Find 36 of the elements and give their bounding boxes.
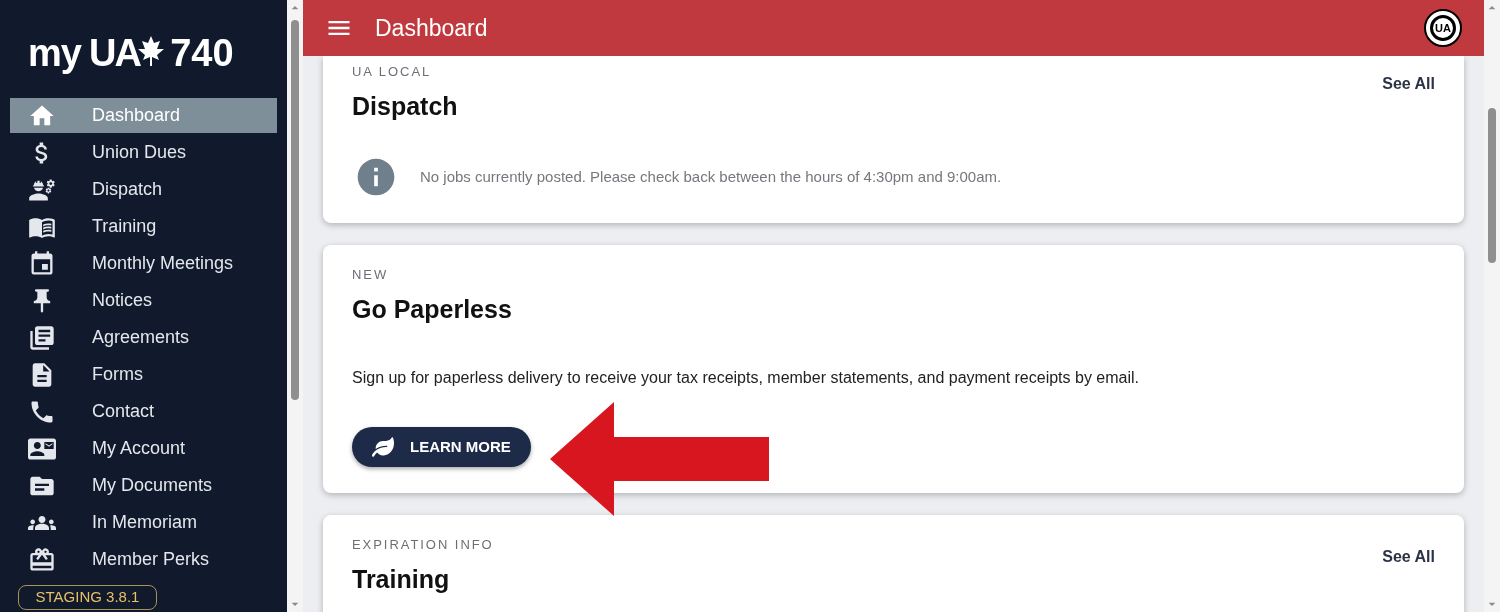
leaf-icon bbox=[372, 436, 394, 458]
learn-more-button[interactable]: LEARN MORE bbox=[352, 427, 531, 467]
card-overline: UA LOCAL bbox=[352, 63, 433, 81]
card-title: Dispatch bbox=[352, 90, 458, 122]
nav-item[interactable]: My Documents bbox=[10, 468, 277, 503]
scrollbar[interactable] bbox=[1484, 0, 1500, 612]
card-title: Training bbox=[352, 563, 451, 595]
nav-item[interactable]: Monthly Meetings bbox=[10, 246, 277, 281]
logo-text: my bbox=[28, 34, 82, 72]
scroll-thumb[interactable] bbox=[291, 20, 299, 400]
page-title: Dashboard bbox=[375, 13, 488, 43]
scrollbar[interactable] bbox=[287, 0, 303, 612]
nav-item[interactable]: My Account bbox=[10, 431, 277, 466]
card-body: Sign up for paperless delivery to receive your tax receipts, member statements, and payment receipts by email. bbox=[352, 368, 1140, 388]
gift-icon bbox=[28, 545, 56, 574]
scroll-thumb[interactable] bbox=[1488, 108, 1496, 263]
nav-item[interactable]: Contact bbox=[10, 394, 277, 429]
see-all-link[interactable]: See All bbox=[1382, 72, 1435, 96]
card-overline: EXPIRATION INFO bbox=[352, 536, 494, 554]
nav-item[interactable]: Training bbox=[10, 209, 277, 244]
card-title: Go Paperless bbox=[352, 293, 512, 325]
nav-item[interactable]: Union Dues bbox=[10, 135, 277, 170]
see-all-link[interactable]: See All bbox=[1382, 545, 1435, 569]
avatar[interactable]: UA bbox=[1424, 9, 1462, 47]
nav-item[interactable]: In Memoriam bbox=[10, 505, 277, 540]
nav-item[interactable]: Notices bbox=[10, 283, 277, 318]
nav-item[interactable]: Dispatch bbox=[10, 172, 277, 207]
documents-icon bbox=[28, 323, 56, 352]
logo-mark: UA bbox=[89, 34, 141, 72]
logo-number: 740 bbox=[170, 34, 234, 72]
nav-item[interactable]: Agreements bbox=[10, 320, 277, 355]
nav-item[interactable]: Member Perks bbox=[10, 542, 277, 577]
version-badge: STAGING 3.8.1 bbox=[18, 585, 157, 610]
nav-item[interactable]: Forms bbox=[10, 357, 277, 392]
info-message: No jobs currently posted. Please check back between the hours of 4:30pm and 9:00am. bbox=[420, 166, 1002, 187]
card-overline: NEW bbox=[352, 266, 390, 284]
